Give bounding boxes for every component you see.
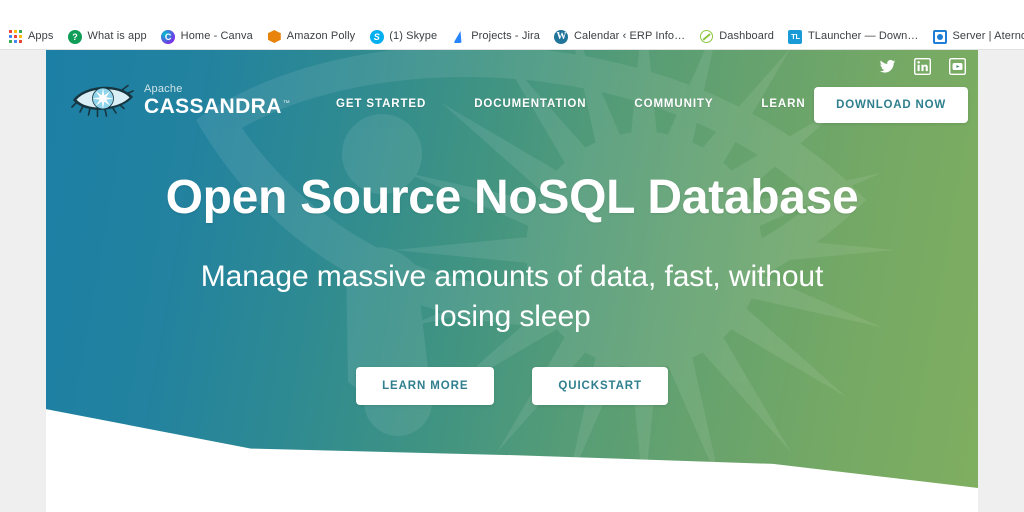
bookmark-label: What is app <box>87 30 147 42</box>
page-canvas: Apache CASSANDRA™ GET STARTED DOCUMENTAT… <box>46 50 978 512</box>
twitter-icon[interactable] <box>879 58 896 75</box>
hero-banner: Apache CASSANDRA™ GET STARTED DOCUMENTAT… <box>46 50 978 488</box>
site-header: Apache CASSANDRA™ GET STARTED DOCUMENTAT… <box>46 50 978 158</box>
bookmark-amazon-polly[interactable]: Amazon Polly <box>267 26 355 48</box>
browser-toolbar-strip <box>0 0 1024 24</box>
quickstart-button[interactable]: QUICKSTART <box>532 366 668 405</box>
linkedin-icon[interactable] <box>914 58 931 75</box>
cassandra-eye-icon <box>71 84 134 118</box>
bookmark-label: Server | Aternos | Fr… <box>952 30 1024 42</box>
logo-trademark: ™ <box>282 99 291 107</box>
skype-icon: S <box>369 29 384 44</box>
bookmark-tlauncher[interactable]: TL TLauncher — Down… <box>788 26 919 48</box>
apps-grid-icon <box>8 29 23 44</box>
hero-cta-group: LEARN MORE QUICKSTART <box>46 366 978 405</box>
bookmark-dashboard[interactable]: Dashboard <box>699 26 774 48</box>
amazon-polly-icon <box>267 29 282 44</box>
download-now-button[interactable]: DOWNLOAD NOW <box>814 87 968 123</box>
nav-item-get-started[interactable]: GET STARTED <box>336 98 426 110</box>
main-navigation: GET STARTED DOCUMENTATION COMMUNITY LEAR… <box>336 98 806 110</box>
nav-item-community[interactable]: COMMUNITY <box>634 98 713 110</box>
bookmark-label: Amazon Polly <box>286 30 356 42</box>
youtube-icon[interactable] <box>949 58 966 75</box>
bookmark-label: TLauncher — Down… <box>807 30 919 42</box>
bookmark-label: Dashboard <box>719 30 774 42</box>
bookmark-home-canva[interactable]: C Home - Canva <box>161 26 253 48</box>
cassandra-logo[interactable]: Apache CASSANDRA™ <box>70 80 290 118</box>
logo-cassandra-text: CASSANDRA™ <box>144 94 291 118</box>
bookmark-calendar-erp-info[interactable]: W Calendar ‹ ERP Info… <box>554 26 685 48</box>
page-viewport: Apache CASSANDRA™ GET STARTED DOCUMENTAT… <box>0 50 1024 512</box>
bookmark-label: Calendar ‹ ERP Info… <box>573 30 686 42</box>
logo-apache-text: Apache <box>144 82 183 95</box>
bookmark-label: Apps <box>28 30 54 42</box>
aternos-icon <box>932 29 947 44</box>
bookmark-apps[interactable]: Apps <box>8 26 53 48</box>
bookmark-label: (1) Skype <box>389 30 438 42</box>
bookmark-skype[interactable]: S (1) Skype <box>369 26 437 48</box>
nav-item-learn[interactable]: LEARN <box>761 98 805 110</box>
hero-subtitle: Manage massive amounts of data, fast, wi… <box>200 259 824 333</box>
tlauncher-icon: TL <box>788 29 803 44</box>
bookmark-label: Home - Canva <box>180 30 253 42</box>
hero-title: Open Source NoSQL Database <box>165 171 859 224</box>
jira-icon <box>451 29 466 44</box>
question-circle-icon: ? <box>67 29 82 44</box>
nav-item-documentation[interactable]: DOCUMENTATION <box>474 98 586 110</box>
bookmark-label: Projects - Jira <box>471 30 540 42</box>
hero-content: Open Source NoSQL Database Manage massiv… <box>46 171 978 405</box>
wordpress-icon: W <box>554 29 569 44</box>
canva-icon: C <box>161 29 176 44</box>
dashboard-ring-icon <box>699 29 714 44</box>
bookmark-projects-jira[interactable]: Projects - Jira <box>451 26 540 48</box>
social-links <box>879 58 966 75</box>
bookmark-what-is-app[interactable]: ? What is app <box>67 26 147 48</box>
learn-more-button[interactable]: LEARN MORE <box>356 366 495 405</box>
bookmarks-bar: Apps ? What is app C Home - Canva Amazon… <box>0 24 1024 50</box>
bookmark-server-aternos[interactable]: Server | Aternos | Fr… <box>932 26 1024 48</box>
